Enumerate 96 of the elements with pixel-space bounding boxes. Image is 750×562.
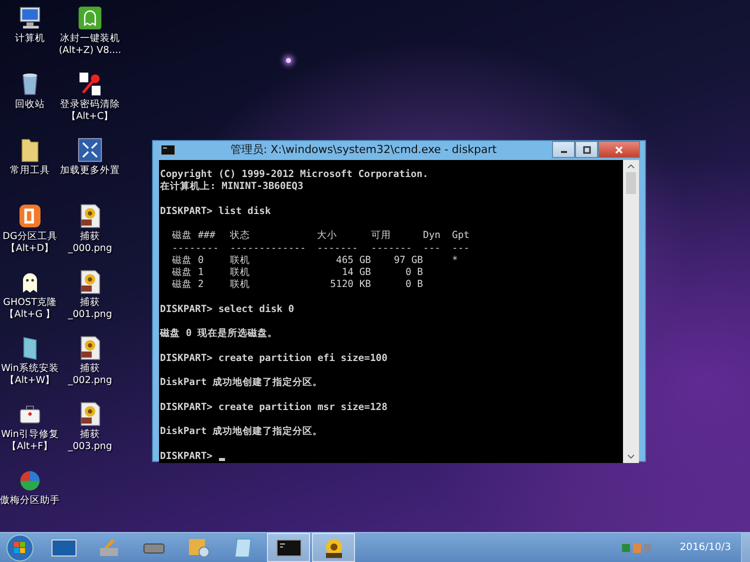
monitor-icon	[50, 536, 76, 558]
console-line: Copyright (C) 1999-2012 Microsoft Corporation.	[160, 169, 428, 181]
scroll-down-icon	[627, 454, 635, 459]
close-icon	[614, 146, 624, 154]
table-cell-text: 磁盘 2	[172, 279, 205, 292]
shortcut-label: (Alt+Z) V8....	[58, 45, 122, 57]
shortcut-label: 捕获	[80, 231, 100, 243]
desktop-shortcut[interactable]: 傲梅分区助手	[0, 466, 60, 532]
maximize-button[interactable]	[575, 141, 598, 158]
expand-icon	[76, 136, 104, 164]
scroll-up-icon	[627, 164, 635, 169]
shortcut-label: Win系统安装	[1, 363, 59, 375]
desktop-shortcut[interactable]: 捕获 _001.png	[60, 268, 120, 334]
table-cell-text: 0 B	[404, 267, 423, 280]
shortcut-label: 【Alt+G 】	[4, 309, 56, 321]
shortcut-label: DG分区工具	[2, 231, 58, 243]
desktop-shortcut[interactable]: 捕获 _002.png	[60, 334, 120, 400]
desktop-shortcut[interactable]: GHOST克隆 【Alt+G 】	[0, 268, 60, 334]
console-prompt: DISKPART>	[160, 450, 212, 463]
console-line: DISKPART> select disk 0	[160, 304, 294, 316]
taskbar-button[interactable]	[267, 533, 310, 562]
table-cell-text: 磁盘 0	[172, 254, 205, 267]
shortcut-label: 常用工具	[10, 165, 50, 177]
console-line: DISKPART> create partition efi size=100	[160, 352, 388, 365]
table-cell-text: 磁盘 1	[172, 267, 205, 280]
column-header: 磁盘 ###	[172, 230, 216, 242]
column-header: Gpt	[452, 230, 470, 242]
minimize-button[interactable]	[552, 141, 575, 158]
shortcut-label: 傲梅分区助手	[0, 495, 60, 507]
desktop-shortcut[interactable]: 回收站	[0, 70, 60, 136]
column-header: 大小	[317, 230, 338, 242]
table-cell-text: 联机	[230, 267, 251, 279]
desktop-shortcut[interactable]: 冰封一键装机 (Alt+Z) V8....	[60, 4, 120, 70]
shortcut-label: 【Alt+F】	[6, 441, 54, 453]
console-icon	[276, 536, 302, 558]
desktop-shortcut[interactable]: 常用工具	[0, 136, 60, 202]
shortcut-label: 【Alt+W】	[4, 375, 56, 387]
shortcut-label: 登录密码清除	[60, 99, 120, 111]
separator-dashes: --------	[172, 242, 220, 255]
desktop-shortcut[interactable]: 加载更多外置	[60, 136, 120, 202]
desktop-shortcut[interactable]: 登录密码清除 【Alt+C】	[60, 70, 120, 136]
shortcut-label: 【Alt+D】	[6, 243, 54, 255]
column-header: Dyn	[423, 230, 442, 242]
taskbar-button[interactable]	[312, 533, 355, 562]
console-line: DiskPart 成功地创建了指定分区。	[160, 426, 322, 438]
shortcut-label: _001.png	[68, 309, 112, 321]
separator-dashes: -------	[371, 242, 413, 255]
scrollbar[interactable]	[623, 160, 639, 463]
table-cell-text: 5120 KB	[329, 279, 371, 292]
close-button[interactable]	[598, 141, 640, 158]
table-cell-text: 97 GB	[392, 254, 423, 267]
desktop-shortcut[interactable]: Win系统安装 【Alt+W】	[0, 334, 60, 400]
table-cell-text: 14 GB	[340, 267, 371, 280]
star-sparkle	[286, 58, 291, 63]
table-cell-text: 联机	[230, 254, 251, 267]
shortcut-label: 计算机	[15, 33, 45, 45]
desktop-shortcut[interactable]: 捕获 _003.png	[60, 400, 120, 466]
shortcut-label: GHOST克隆	[3, 297, 57, 309]
separator-dashes: ---	[423, 242, 442, 255]
maximize-icon	[582, 146, 592, 154]
separator-dashes: -------	[317, 242, 359, 255]
scrollbar-thumb[interactable]	[626, 172, 636, 194]
desktop-shortcut[interactable]: 计算机	[0, 4, 60, 70]
console-line: DISKPART> list disk	[160, 206, 271, 218]
shortcut-label: 冰封一键装机	[60, 33, 120, 45]
console-line: DISKPART> create partition msr size=128	[160, 402, 388, 414]
shortcut-label: _003.png	[68, 441, 112, 453]
console-icon	[161, 144, 175, 154]
separator-dashes: -------------	[230, 242, 307, 255]
console-line: DiskPart 成功地创建了指定分区。	[160, 377, 322, 390]
shortcut-label: _002.png	[68, 375, 112, 387]
console-line: 磁盘 0 现在是所选磁盘。	[160, 328, 278, 340]
window-title: 管理员: X:\windows\system32\cmd.exe - diskpart	[229, 142, 498, 157]
table-cell-text: 465 GB	[335, 254, 371, 267]
ghost-tile-icon	[76, 4, 104, 32]
column-header: 状态	[230, 230, 251, 242]
shortcut-label: 捕获	[80, 429, 100, 441]
shortcut-label: 加载更多外置	[60, 165, 120, 177]
shortcut-label: 捕获	[80, 297, 100, 309]
table-cell-text: *	[452, 254, 459, 267]
windows-logo-icon	[6, 534, 34, 562]
shortcut-label: 捕获	[80, 363, 100, 375]
desktop-shortcut[interactable]: 捕获 _000.png	[60, 202, 120, 268]
tray-icons[interactable]	[622, 542, 652, 554]
shortcut-label: 回收站	[15, 99, 45, 111]
separator-dashes: ---	[452, 242, 470, 255]
desktop-shortcut[interactable]: DG分区工具 【Alt+D】	[0, 202, 60, 268]
text-cursor	[218, 458, 224, 461]
column-header: 可用	[371, 230, 392, 242]
table-cell-text: 0 B	[404, 279, 423, 292]
shortcut-label: Win引导修复	[1, 429, 59, 441]
desktop-shortcut[interactable]: Win引导修复 【Alt+F】	[0, 400, 60, 466]
shortcut-label: _000.png	[68, 243, 112, 255]
shortcut-label: 【Alt+C】	[66, 111, 114, 123]
console-line: 在计算机上: MININT-3B60EQ3	[160, 181, 304, 194]
table-cell-text: 联机	[230, 279, 251, 292]
